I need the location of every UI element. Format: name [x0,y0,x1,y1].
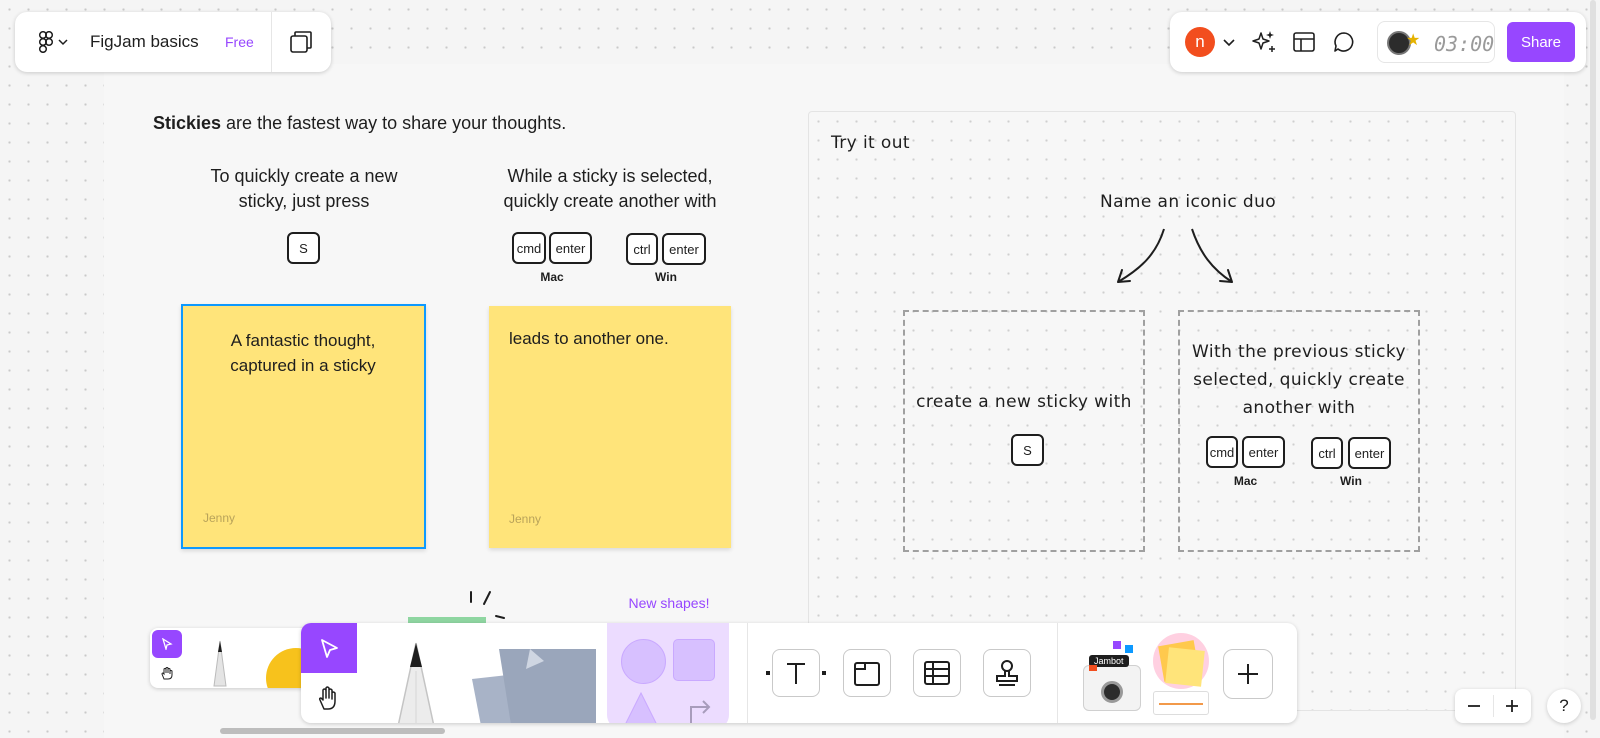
key-ctrl: ctrl [1311,437,1343,469]
mac-label: Mac [540,270,564,284]
marker-tool[interactable] [381,631,451,723]
sticky-author: Jenny [509,512,542,526]
minus-icon [1468,705,1480,707]
sticky-notes-tool[interactable] [464,641,604,723]
jambot-widget[interactable]: Jambot [1081,635,1143,721]
key-enter: enter [1242,436,1285,468]
key-s: S [1011,434,1044,466]
square-shape-icon [673,639,715,681]
iconic-duo-prompt: Name an iconic duo [1100,192,1277,212]
chevron-down-icon [58,39,68,46]
file-panel: FigJam basics Free [15,12,331,72]
triangle-arrow-icon [625,691,711,723]
sticky-text: A fantastic thought, captured in a stick… [230,331,376,375]
plus-icon [1238,664,1258,684]
sparkle-icon [470,591,505,619]
key-enter: enter [662,233,706,265]
key-enter: enter [1348,437,1391,469]
help-button[interactable]: ? [1547,689,1581,723]
sticky-note[interactable]: leads to another one. Jenny [489,306,731,548]
mini-hand-tool[interactable] [152,660,182,686]
help-icon: ? [1559,696,1569,715]
cursor-icon [321,639,338,658]
intro-heading: Stickies are the fastest way to share yo… [153,113,567,133]
pages-button[interactable] [285,26,317,58]
horizontal-scrollbar[interactable] [220,728,445,734]
win-label: Win [1340,474,1362,488]
layout-icon [1293,32,1315,52]
templates-button[interactable] [1289,27,1319,57]
section-icon [854,662,880,686]
arrows-icon [1117,228,1233,283]
pages-icon [290,31,312,53]
zoom-out-button[interactable] [1455,689,1493,723]
key-cmd: cmd [1206,436,1238,468]
comments-button[interactable] [1329,27,1359,57]
sticky-note-selected[interactable]: A fantastic thought, captured in a stick… [181,304,426,549]
mini-toolbar [150,628,310,688]
stamp-icon [996,660,1018,686]
mac-label: Mac [1233,474,1258,488]
stamp-tool[interactable] [983,649,1031,697]
hand-tool[interactable] [301,673,357,723]
star-icon: ★ [1406,32,1421,49]
timer-widget[interactable]: ★ 03:00 [1377,21,1495,63]
placeholder-2-text: With the previous sticky selected, quick… [1192,342,1406,418]
win-label: Win [655,270,677,284]
text-tool[interactable] [772,649,820,697]
figma-logo-icon [38,31,54,53]
key-ctrl: ctrl [626,233,658,265]
section-tool[interactable] [843,649,891,697]
widgets-tool[interactable] [1149,631,1213,723]
circle-shape-icon [621,639,666,684]
text-icon [787,663,805,684]
select-tool[interactable] [301,623,357,673]
main-menu-button[interactable] [33,28,73,56]
divider [1057,623,1058,723]
top-right-panel: n ★ 03:00 Share [1170,12,1586,72]
chevron-down-icon[interactable] [1223,38,1235,47]
plus-icon [1506,700,1518,712]
comment-icon [1334,32,1354,52]
instruction-create-sticky: To quickly create a new sticky, just pre… [210,166,398,211]
try-it-out-title: Try it out [831,133,910,153]
instruction-duplicate-sticky: While a sticky is selected, quickly crea… [503,166,717,211]
zoom-controls [1455,689,1531,723]
sticky-text: leads to another one. [509,329,669,348]
key-cmd: cmd [512,232,546,264]
mini-pen-icon [213,640,227,687]
shapes-tool[interactable] [607,623,729,723]
hand-icon [161,667,173,680]
share-button[interactable]: Share [1507,22,1575,62]
sparkle-icon [1252,31,1275,52]
creation-toolbar: Jambot [301,623,1297,723]
zoom-in-button[interactable] [1493,689,1531,723]
timer-display: 03:00 [1434,32,1495,56]
sticky-placeholder-1[interactable] [903,310,1145,552]
more-tools-button[interactable] [1223,649,1273,699]
file-name[interactable]: FigJam basics [90,32,199,52]
divider [271,12,272,72]
vertical-scrollbar[interactable] [1590,0,1596,720]
cursor-icon [162,638,173,650]
sticky-author: Jenny [203,511,236,525]
key-s: S [287,232,320,264]
new-shapes-label: New shapes! [628,595,710,611]
key-enter: enter [549,232,592,264]
placeholder-1-text: create a new sticky with [916,392,1132,412]
avatar[interactable]: n [1185,27,1215,57]
hand-icon [318,686,336,710]
mini-select-tool[interactable] [152,630,182,658]
table-tool[interactable] [913,649,961,697]
ai-actions-button[interactable] [1249,27,1279,57]
table-icon [924,661,950,685]
divider [747,623,748,723]
plan-badge[interactable]: Free [225,34,254,50]
